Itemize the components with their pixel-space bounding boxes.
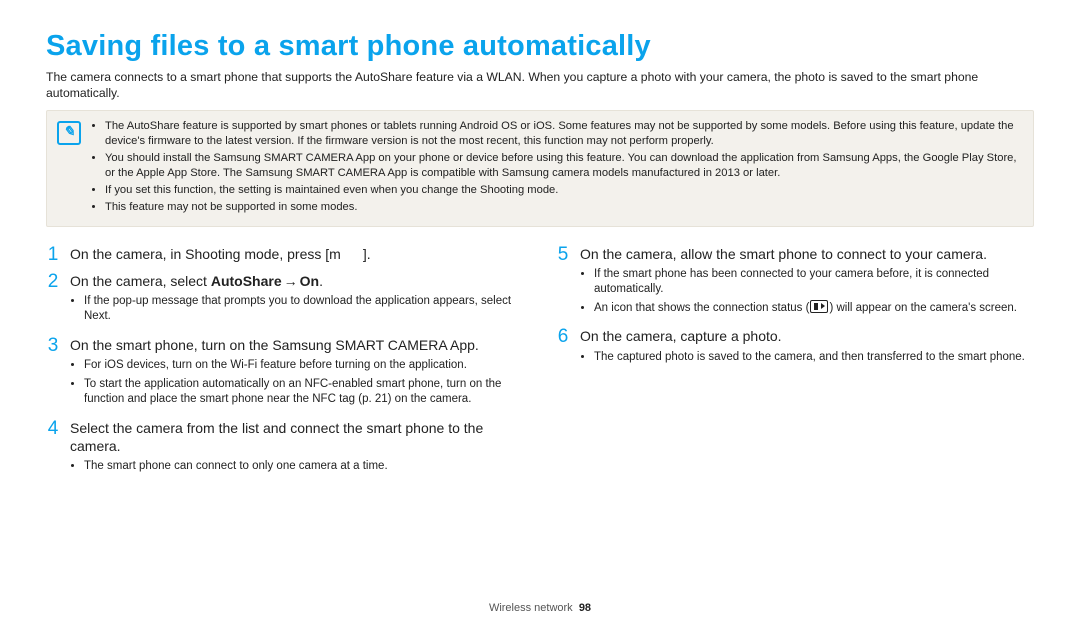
step-4: 4 Select the camera from the list and co… — [46, 419, 524, 478]
footer-section-label: Wireless network — [489, 602, 573, 614]
manual-page: Saving files to a smart phone automatica… — [0, 0, 1080, 485]
sub-list: The smart phone can connect to only one … — [70, 459, 524, 475]
step-text: On the camera, in Shooting mode, press [… — [70, 245, 524, 263]
sub-item: To start the application automatically o… — [84, 377, 524, 408]
note-item: The AutoShare feature is supported by sm… — [105, 119, 1023, 149]
sub-list: For iOS devices, turn on the Wi-Fi featu… — [70, 358, 524, 408]
step-1: 1 On the camera, in Shooting mode, press… — [46, 245, 524, 264]
note-item: If you set this function, the setting is… — [105, 183, 1023, 198]
sub-item: The captured photo is saved to the camer… — [594, 350, 1034, 366]
sub-item: For iOS devices, turn on the Wi-Fi featu… — [84, 358, 524, 374]
step-number: 3 — [46, 336, 60, 411]
note-item: You should install the Samsung SMART CAM… — [105, 151, 1023, 181]
step-number: 2 — [46, 272, 60, 328]
right-column: 5 On the camera, allow the smart phone t… — [556, 245, 1034, 486]
page-number: 98 — [579, 602, 591, 614]
step-5: 5 On the camera, allow the smart phone t… — [556, 245, 1034, 320]
step-text: On the camera, select AutoShare→On. — [70, 272, 524, 290]
step-number: 5 — [556, 245, 570, 320]
page-footer: Wireless network 98 — [0, 602, 1080, 614]
sub-item: The smart phone can connect to only one … — [84, 459, 524, 475]
step-2: 2 On the camera, select AutoShare→On. If… — [46, 272, 524, 328]
step-text: Select the camera from the list and conn… — [70, 419, 524, 455]
note-box: ✎ The AutoShare feature is supported by … — [46, 110, 1034, 227]
step-3: 3 On the smart phone, turn on the Samsun… — [46, 336, 524, 411]
sub-item: An icon that shows the connection status… — [594, 301, 1034, 317]
sub-item: If the smart phone has been connected to… — [594, 267, 1034, 298]
sub-item: If the pop-up message that prompts you t… — [84, 294, 524, 325]
menu-button-glyph: m — [329, 246, 341, 262]
step-text: On the smart phone, turn on the Samsung … — [70, 336, 524, 354]
note-icon: ✎ — [57, 121, 81, 145]
sub-list: If the pop-up message that prompts you t… — [70, 294, 524, 325]
sub-list: The captured photo is saved to the camer… — [580, 350, 1034, 366]
step-text: On the camera, capture a photo. — [580, 327, 1034, 345]
note-item: This feature may not be supported in som… — [105, 200, 1023, 215]
connection-status-icon — [810, 300, 828, 313]
step-number: 1 — [46, 245, 60, 264]
content-columns: 1 On the camera, in Shooting mode, press… — [46, 245, 1034, 486]
sub-list: If the smart phone has been connected to… — [580, 267, 1034, 317]
left-column: 1 On the camera, in Shooting mode, press… — [46, 245, 524, 486]
note-list: The AutoShare feature is supported by sm… — [91, 119, 1023, 218]
step-number: 6 — [556, 327, 570, 368]
step-6: 6 On the camera, capture a photo. The ca… — [556, 327, 1034, 368]
intro-paragraph: The camera connects to a smart phone tha… — [46, 69, 1034, 102]
step-text: On the camera, allow the smart phone to … — [580, 245, 1034, 263]
step-number: 4 — [46, 419, 60, 478]
page-title: Saving files to a smart phone automatica… — [46, 30, 1034, 63]
